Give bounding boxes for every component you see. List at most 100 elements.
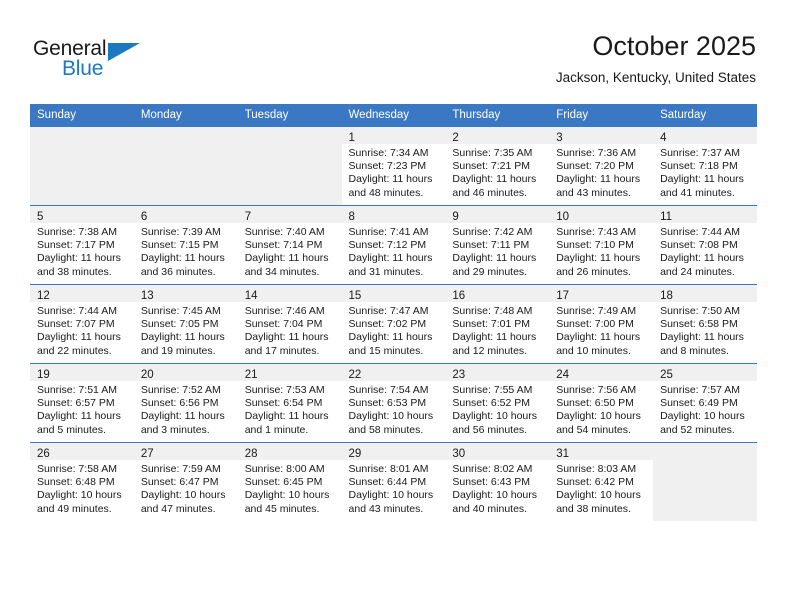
sunset-text: Sunset: 6:47 PM xyxy=(140,476,219,489)
daylight-text: Daylight: 11 hours and 5 minutes. xyxy=(37,410,121,436)
calendar-day-cell[interactable]: 23 Sunrise: 7:55 AM Sunset: 6:52 PM Dayligh… xyxy=(445,363,550,443)
calendar-day-cell[interactable]: 30 Sunrise: 8:02 AM Sunset: 6:43 PM Dayligh… xyxy=(445,442,550,521)
day-number: 24 xyxy=(556,369,570,381)
day-number-band: 4 xyxy=(653,127,757,144)
calendar-week-row: 1 Sunrise: 7:34 AM Sunset: 7:23 PM Daylight… xyxy=(30,126,757,206)
calendar-day-cell-empty xyxy=(237,126,342,206)
sunset-text: Sunset: 6:58 PM xyxy=(660,318,738,331)
calendar-day-cell[interactable]: 14 Sunrise: 7:46 AM Sunset: 7:04 PM Dayligh… xyxy=(237,284,342,364)
day-number: 29 xyxy=(348,448,362,460)
calendar-day-cell[interactable]: 31 Sunrise: 8:03 AM Sunset: 6:42 PM Dayligh… xyxy=(549,442,654,521)
day-number: 7 xyxy=(244,211,252,223)
sunset-text: Sunset: 7:17 PM xyxy=(37,239,115,252)
sunset-text: Sunset: 7:18 PM xyxy=(660,160,738,173)
calendar-day-cell[interactable]: 17 Sunrise: 7:49 AM Sunset: 7:00 PM Dayligh… xyxy=(549,284,654,364)
calendar-day-cell[interactable]: 7 Sunrise: 7:40 AM Sunset: 7:14 PM Daylight… xyxy=(237,205,342,285)
daylight-text: Daylight: 10 hours and 49 minutes. xyxy=(37,489,122,515)
sunset-text: Sunset: 6:49 PM xyxy=(660,397,738,410)
day-cell-details: Sunrise: 8:00 AM Sunset: 6:45 PM Daylight:… xyxy=(238,460,342,516)
day-cell-details: Sunrise: 7:59 AM Sunset: 6:47 PM Daylight:… xyxy=(134,460,238,516)
day-number: 11 xyxy=(660,211,673,223)
daylight-text: Daylight: 11 hours and 36 minutes. xyxy=(140,252,225,278)
day-number: 12 xyxy=(37,290,50,302)
calendar-day-cell[interactable]: 13 Sunrise: 7:45 AM Sunset: 7:05 PM Dayligh… xyxy=(133,284,238,364)
calendar-day-cell[interactable]: 12 Sunrise: 7:44 AM Sunset: 7:07 PM Dayligh… xyxy=(30,284,134,364)
day-cell-details: Sunrise: 7:42 AM Sunset: 7:11 PM Daylight:… xyxy=(445,223,549,279)
day-number-band: 29 xyxy=(341,443,446,460)
daylight-text: Daylight: 11 hours and 46 minutes. xyxy=(452,173,537,199)
weekday-header-wednesday: Wednesday xyxy=(341,104,446,127)
day-number-band: 21 xyxy=(237,364,342,381)
day-cell-details: Sunrise: 7:40 AM Sunset: 7:14 PM Daylight:… xyxy=(238,223,342,279)
calendar-day-cell[interactable]: 2 Sunrise: 7:35 AM Sunset: 7:21 PM Daylight… xyxy=(445,126,550,206)
calendar-day-cell[interactable]: 22 Sunrise: 7:54 AM Sunset: 6:53 PM Dayligh… xyxy=(341,363,446,443)
daylight-text: Daylight: 10 hours and 56 minutes. xyxy=(452,410,538,436)
sunrise-text: Sunrise: 7:52 AM xyxy=(140,384,221,396)
sunset-text: Sunset: 6:43 PM xyxy=(452,476,531,489)
sunrise-text: Sunrise: 8:01 AM xyxy=(348,463,429,475)
day-number-band: 11 xyxy=(653,206,757,223)
daylight-text: Daylight: 11 hours and 15 minutes. xyxy=(348,331,433,357)
calendar-day-cell[interactable]: 25 Sunrise: 7:57 AM Sunset: 6:49 PM Dayligh… xyxy=(653,363,757,443)
day-cell-details: Sunrise: 7:44 AM Sunset: 7:08 PM Daylight:… xyxy=(653,223,757,279)
daylight-text: Daylight: 11 hours and 38 minutes. xyxy=(37,252,121,278)
calendar-day-cell[interactable]: 11 Sunrise: 7:44 AM Sunset: 7:08 PM Dayligh… xyxy=(653,205,757,285)
calendar-day-cell[interactable]: 18 Sunrise: 7:50 AM Sunset: 6:58 PM Dayligh… xyxy=(653,284,757,364)
day-cell-details: Sunrise: 7:50 AM Sunset: 6:58 PM Daylight:… xyxy=(653,302,757,358)
day-number-band: 14 xyxy=(237,285,342,302)
day-cell-details: Sunrise: 7:41 AM Sunset: 7:12 PM Daylight:… xyxy=(342,223,446,279)
sunset-text: Sunset: 7:11 PM xyxy=(452,239,530,252)
sunrise-text: Sunrise: 7:41 AM xyxy=(348,226,429,238)
day-cell-details: Sunrise: 7:46 AM Sunset: 7:04 PM Daylight:… xyxy=(238,302,342,358)
sunset-text: Sunset: 7:12 PM xyxy=(348,239,427,252)
sunrise-sunset-calendar: Sunday Monday Tuesday Wednesday Thursday… xyxy=(30,104,757,521)
calendar-day-cell[interactable]: 3 Sunrise: 7:36 AM Sunset: 7:20 PM Daylight… xyxy=(549,126,654,206)
day-cell-details: Sunrise: 7:56 AM Sunset: 6:50 PM Daylight:… xyxy=(549,381,653,437)
calendar-day-cell[interactable]: 10 Sunrise: 7:43 AM Sunset: 7:10 PM Dayligh… xyxy=(549,205,654,285)
day-cell-details: Sunrise: 7:37 AM Sunset: 7:18 PM Daylight:… xyxy=(653,144,757,200)
calendar-day-cell[interactable]: 5 Sunrise: 7:38 AM Sunset: 7:17 PM Daylight… xyxy=(30,205,134,285)
sunrise-text: Sunrise: 8:03 AM xyxy=(556,463,637,475)
day-cell-details: Sunrise: 7:39 AM Sunset: 7:15 PM Daylight:… xyxy=(134,223,238,279)
weekday-header-sunday: Sunday xyxy=(30,104,134,127)
day-number: 13 xyxy=(140,290,154,302)
calendar-day-cell[interactable]: 6 Sunrise: 7:39 AM Sunset: 7:15 PM Daylight… xyxy=(133,205,238,285)
calendar-body: 1 Sunrise: 7:34 AM Sunset: 7:23 PM Daylight… xyxy=(30,126,757,521)
sunrise-text: Sunrise: 7:44 AM xyxy=(660,226,741,238)
calendar-day-cell[interactable]: 28 Sunrise: 8:00 AM Sunset: 6:45 PM Dayligh… xyxy=(237,442,342,521)
day-number-band: 7 xyxy=(237,206,342,223)
sunrise-text: Sunrise: 7:47 AM xyxy=(348,305,429,317)
calendar-day-cell-empty xyxy=(30,126,134,206)
day-number-band: 30 xyxy=(445,443,550,460)
calendar-day-cell[interactable]: 26 Sunrise: 7:58 AM Sunset: 6:48 PM Dayligh… xyxy=(30,442,134,521)
day-number-band: 18 xyxy=(653,285,757,302)
sunrise-text: Sunrise: 7:54 AM xyxy=(348,384,429,396)
day-number: 27 xyxy=(140,448,154,460)
calendar-day-cell[interactable]: 21 Sunrise: 7:53 AM Sunset: 6:54 PM Dayligh… xyxy=(237,363,342,443)
sunrise-text: Sunrise: 7:34 AM xyxy=(348,147,429,159)
calendar-day-cell[interactable]: 29 Sunrise: 8:01 AM Sunset: 6:44 PM Dayligh… xyxy=(341,442,446,521)
calendar-day-cell[interactable]: 16 Sunrise: 7:48 AM Sunset: 7:01 PM Dayligh… xyxy=(445,284,550,364)
sunset-text: Sunset: 7:20 PM xyxy=(556,160,634,173)
calendar-day-cell[interactable]: 15 Sunrise: 7:47 AM Sunset: 7:02 PM Dayligh… xyxy=(341,284,446,364)
calendar-day-cell[interactable]: 4 Sunrise: 7:37 AM Sunset: 7:18 PM Daylight… xyxy=(653,126,757,206)
sunrise-text: Sunrise: 7:48 AM xyxy=(452,305,533,317)
calendar-day-cell[interactable]: 24 Sunrise: 7:56 AM Sunset: 6:50 PM Dayligh… xyxy=(549,363,654,443)
daylight-text: Daylight: 10 hours and 54 minutes. xyxy=(556,410,641,436)
day-number-band: 1 xyxy=(341,127,446,144)
calendar-day-cell[interactable]: 20 Sunrise: 7:52 AM Sunset: 6:56 PM Dayligh… xyxy=(133,363,238,443)
sunrise-text: Sunrise: 7:49 AM xyxy=(556,305,637,317)
general-blue-logo[interactable]: General Blue xyxy=(33,37,153,83)
sunset-text: Sunset: 7:23 PM xyxy=(348,160,427,173)
calendar-day-cell[interactable]: 19 Sunrise: 7:51 AM Sunset: 6:57 PM Dayligh… xyxy=(30,363,134,443)
calendar-day-cell-empty xyxy=(653,442,757,521)
day-number: 30 xyxy=(452,448,466,460)
calendar-day-cell[interactable]: 1 Sunrise: 7:34 AM Sunset: 7:23 PM Daylight… xyxy=(341,126,446,206)
calendar-day-cell[interactable]: 8 Sunrise: 7:41 AM Sunset: 7:12 PM Daylight… xyxy=(341,205,446,285)
sunset-text: Sunset: 7:15 PM xyxy=(140,239,219,252)
day-number-band: 19 xyxy=(30,364,134,381)
calendar-day-cell[interactable]: 9 Sunrise: 7:42 AM Sunset: 7:11 PM Daylight… xyxy=(445,205,550,285)
calendar-day-cell[interactable]: 27 Sunrise: 7:59 AM Sunset: 6:47 PM Dayligh… xyxy=(133,442,238,521)
daylight-text: Daylight: 10 hours and 58 minutes. xyxy=(348,410,434,436)
day-number: 21 xyxy=(244,369,258,381)
